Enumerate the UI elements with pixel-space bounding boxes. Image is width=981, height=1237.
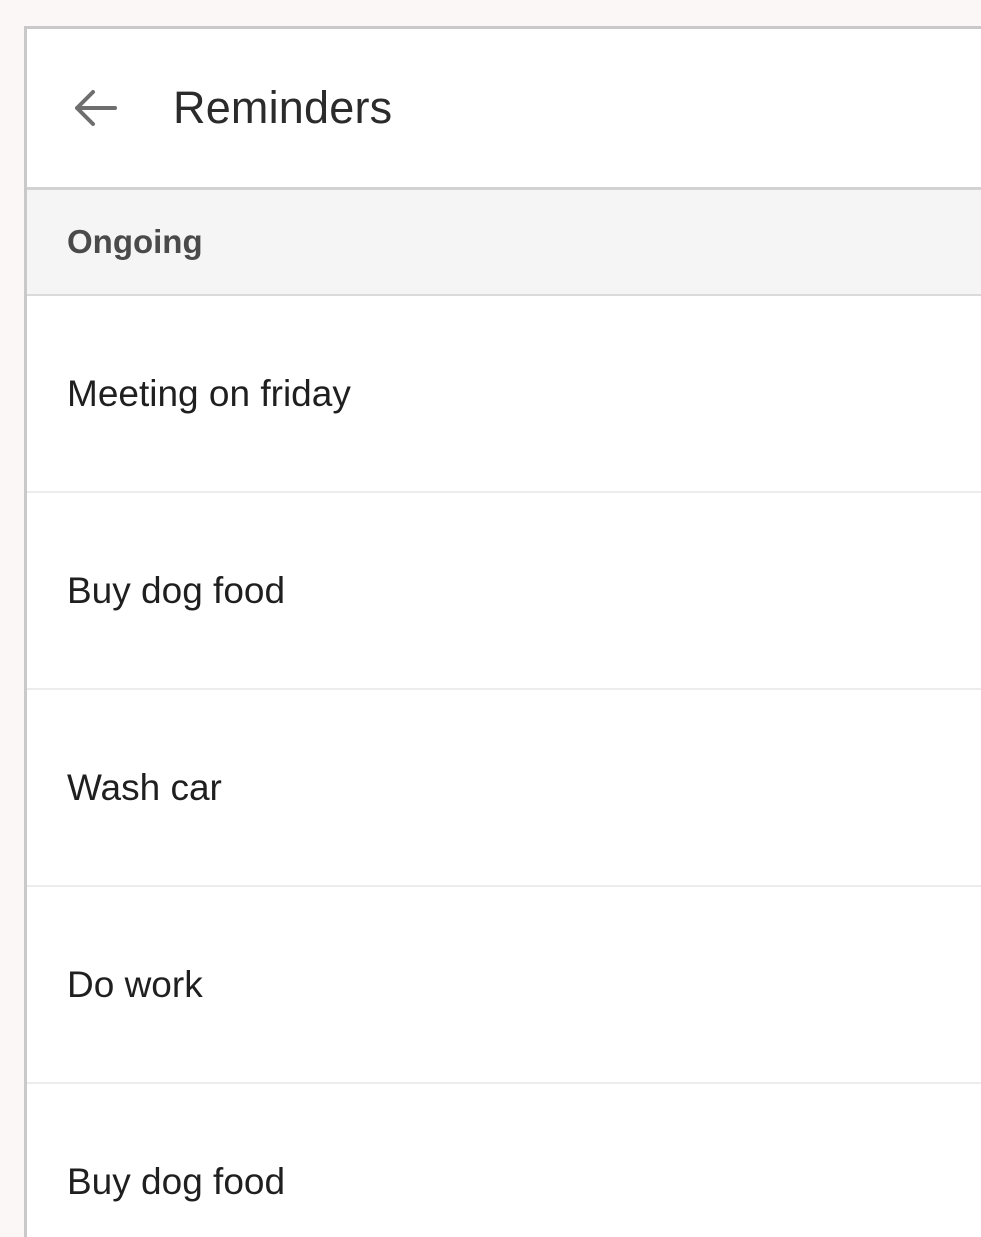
- app-bar: Reminders: [27, 29, 981, 190]
- arrow-left-icon: [75, 90, 117, 126]
- page-title: Reminders: [173, 82, 393, 133]
- reminder-item[interactable]: Wash car: [27, 690, 981, 887]
- reminder-label: Buy dog food: [67, 569, 286, 611]
- reminder-label: Wash car: [67, 766, 222, 808]
- reminder-item[interactable]: Buy dog food: [27, 493, 981, 690]
- reminder-item[interactable]: Buy dog food: [27, 1084, 981, 1237]
- app-window: Reminders Ongoing Meeting on friday Buy …: [24, 26, 981, 1237]
- reminder-item[interactable]: Meeting on friday: [27, 296, 981, 493]
- reminder-item[interactable]: Do work: [27, 887, 981, 1084]
- reminder-label: Do work: [67, 963, 203, 1005]
- section-header-ongoing: Ongoing: [27, 190, 981, 296]
- reminder-label: Meeting on friday: [67, 372, 351, 414]
- section-title: Ongoing: [67, 223, 203, 260]
- reminder-list: Meeting on friday Buy dog food Wash car …: [27, 296, 981, 1237]
- back-button[interactable]: [65, 78, 125, 138]
- reminder-label: Buy dog food: [67, 1160, 286, 1202]
